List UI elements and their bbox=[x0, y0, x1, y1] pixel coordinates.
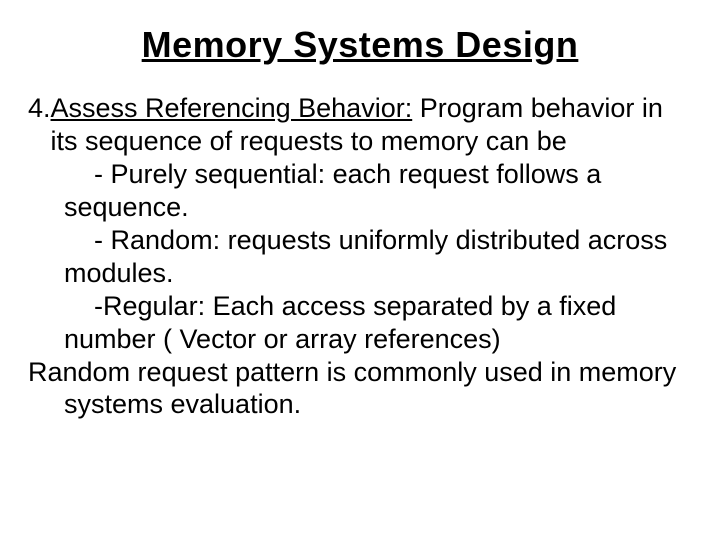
item-lede: Assess Referencing Behavior: bbox=[51, 93, 413, 123]
slide-title: Memory Systems Design bbox=[28, 24, 692, 66]
bullet-dash: - bbox=[94, 159, 111, 189]
closing-wrapper: Random request pattern is commonly used … bbox=[28, 356, 692, 422]
bullet-text: Random: requests uniformly distributed a… bbox=[64, 225, 667, 288]
slide: Memory Systems Design 4. Assess Referenc… bbox=[0, 0, 720, 540]
bullet-regular: -Regular: Each access separated by a fix… bbox=[28, 290, 692, 356]
list-item-4: 4. Assess Referencing Behavior: Program … bbox=[28, 92, 692, 158]
bullet-marker bbox=[64, 225, 94, 255]
bullet-sequential: - Purely sequential: each request follow… bbox=[28, 158, 692, 224]
item-number: 4. bbox=[28, 92, 51, 158]
closing-text: Random request pattern is commonly used … bbox=[28, 356, 692, 422]
bullet-dash: - bbox=[94, 291, 103, 321]
bullet-text: Purely sequential: each request follows … bbox=[64, 159, 601, 222]
bullet-marker bbox=[64, 291, 94, 321]
item-content: Assess Referencing Behavior: Program beh… bbox=[51, 92, 692, 158]
bullet-dash: - bbox=[94, 225, 111, 255]
bullet-random: - Random: requests uniformly distributed… bbox=[28, 224, 692, 290]
bullet-marker bbox=[64, 159, 94, 189]
bullet-text: Regular: Each access separated by a fixe… bbox=[64, 291, 616, 354]
body-block: 4. Assess Referencing Behavior: Program … bbox=[28, 92, 692, 421]
